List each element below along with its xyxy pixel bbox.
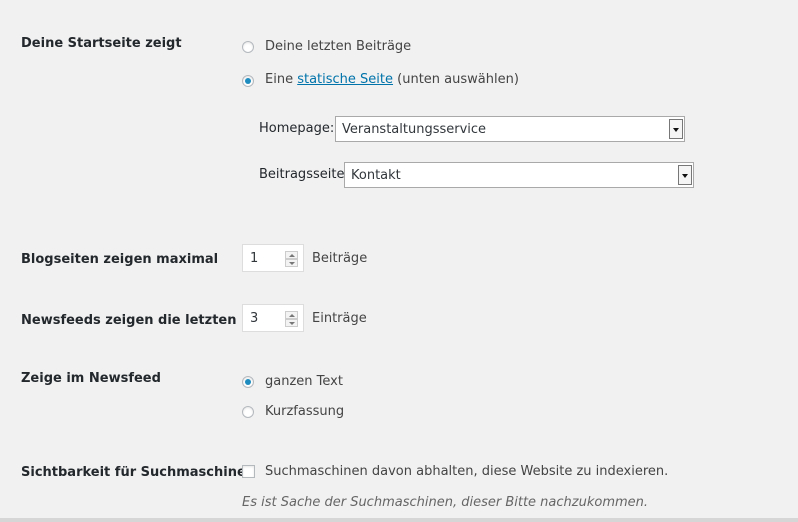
posts-page-select[interactable]: Kontakt — [344, 162, 694, 188]
blog-pages-heading: Blogseiten zeigen maximal — [21, 252, 219, 267]
spin-down-icon[interactable] — [285, 319, 298, 327]
posts-per-page-unit: Beiträge — [312, 251, 368, 266]
posts-per-page-value: 1 — [250, 251, 259, 266]
radio-summary-label[interactable]: Kurzfassung — [265, 404, 344, 419]
feeds-heading: Newsfeeds zeigen die letzten — [21, 313, 237, 328]
chevron-down-icon[interactable] — [678, 165, 692, 185]
static-prefix: Eine — [265, 72, 294, 87]
search-visibility-heading: Sichtbarkeit für Suchmaschinen — [21, 465, 256, 480]
bottom-divider — [0, 518, 798, 522]
search-visibility-description: Es ist Sache der Suchmaschinen, dieser B… — [242, 495, 649, 510]
homepage-select[interactable]: Veranstaltungsservice — [335, 116, 685, 142]
homepage-label: Homepage: — [259, 121, 335, 136]
radio-latest-posts[interactable] — [242, 41, 254, 53]
radio-latest-posts-label[interactable]: Deine letzten Beiträge — [265, 39, 411, 54]
radio-full-text-label[interactable]: ganzen Text — [265, 374, 343, 389]
homepage-select-value: Veranstaltungsservice — [342, 122, 487, 137]
discourage-search-checkbox[interactable] — [242, 465, 255, 478]
radio-summary[interactable] — [242, 406, 254, 418]
posts-per-page-input[interactable]: 1 — [242, 244, 304, 272]
feed-content-heading: Zeige im Newsfeed — [21, 371, 161, 386]
front-page-heading: Deine Startseite zeigt — [21, 36, 182, 51]
radio-static-page[interactable] — [242, 75, 254, 87]
chevron-down-icon[interactable] — [669, 119, 683, 139]
radio-static-page-label[interactable]: Eine statische Seite (unten auswählen) — [265, 72, 519, 87]
spin-up-icon[interactable] — [285, 251, 298, 259]
feed-items-unit: Einträge — [312, 311, 367, 326]
radio-full-text[interactable] — [242, 376, 254, 388]
feed-items-value: 3 — [250, 311, 259, 326]
static-suffix: (unten auswählen) — [397, 72, 519, 87]
spin-down-icon[interactable] — [285, 259, 298, 267]
discourage-search-label[interactable]: Suchmaschinen davon abhalten, diese Webs… — [265, 464, 668, 479]
posts-page-label: Beitragsseite: — [259, 167, 349, 182]
posts-page-select-value: Kontakt — [351, 168, 401, 183]
spin-up-icon[interactable] — [285, 311, 298, 319]
feed-items-input[interactable]: 3 — [242, 304, 304, 332]
static-page-link[interactable]: statische Seite — [297, 72, 393, 87]
